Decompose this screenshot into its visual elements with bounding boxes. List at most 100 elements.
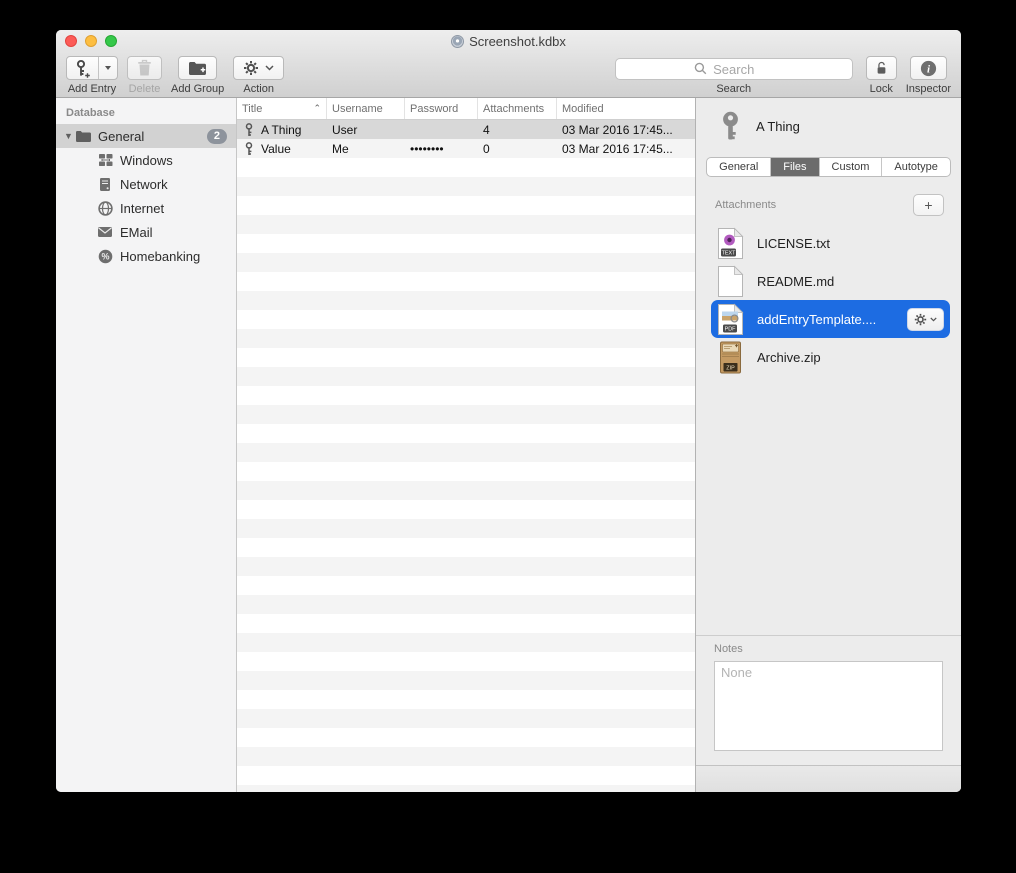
folder-plus-icon [188,60,207,76]
unlocked-padlock-icon [876,59,887,77]
percent-icon: % [96,249,114,264]
chevron-down-icon [930,317,937,322]
envelope-icon [96,226,114,238]
tab-autotype[interactable]: Autotype [882,158,949,176]
inspector-label: Inspector [906,83,951,95]
tab-general[interactable]: General [707,158,771,176]
text-file-icon: TEXT [717,227,744,260]
lock-group: Lock [866,56,897,95]
chevron-down-icon [265,65,274,71]
minimize-button[interactable] [85,35,97,47]
action-button[interactable] [233,56,284,80]
table-row[interactable]: A Thing User 4 03 Mar 2016 17:45... [237,120,695,139]
attachments-label: Attachments [715,199,776,211]
gear-icon [914,313,927,326]
add-group-group: Add Group [171,56,224,95]
document-file-icon [717,265,744,298]
titlebar[interactable]: Screenshot.kdbx [56,30,961,52]
app-window: Screenshot.kdbx Add Entry Delete [56,30,961,792]
search-label: Search [716,83,751,95]
pdf-file-icon: PDF [717,303,744,336]
notes-section: Notes [696,635,961,765]
add-entry-button[interactable] [66,56,118,80]
globe-icon [96,201,114,216]
search-group: Search [615,56,853,95]
zip-file-icon: ZIP [717,341,744,374]
delete-group: Delete [127,56,162,95]
gear-icon [243,60,259,76]
attachments-header: Attachments + [715,194,944,216]
list-item[interactable]: PDF addEntryTemplate.... [711,300,950,338]
delete-label: Delete [129,83,161,95]
list-item[interactable]: TEXT LICENSE.txt [711,224,950,262]
svg-text:PDF: PDF [725,326,736,332]
toolbar: Add Entry Delete Add Group Action [56,52,961,97]
add-entry-label: Add Entry [68,83,116,95]
window-title: Screenshot.kdbx [469,34,566,49]
add-attachment-button[interactable]: + [913,194,944,216]
info-icon: i [920,60,937,77]
sidebar-item-internet[interactable]: Internet [56,196,236,220]
inspector-spacer [696,376,961,635]
key-icon [244,123,254,137]
add-entry-dropdown[interactable] [98,57,117,79]
search-input[interactable] [615,58,853,80]
inspector-button[interactable]: i [910,56,947,80]
sidebar-item-network[interactable]: Network [56,172,236,196]
windows-network-icon [96,153,114,167]
window-title-group: Screenshot.kdbx [451,34,566,49]
add-group-label: Add Group [171,83,224,95]
svg-text:TEXT: TEXT [722,250,736,256]
server-icon [96,177,114,192]
search-field-wrap [615,58,853,80]
zoom-button[interactable] [105,35,117,47]
list-item[interactable]: ZIP Archive.zip [711,338,950,376]
inspector-tabs: General Files Custom Autotype [706,157,951,177]
sidebar-item-label: Windows [120,153,173,168]
table-header: Title ⌃ Username Password Attachments Mo… [237,98,695,120]
sidebar-header: Database [56,98,236,124]
column-header-attachments[interactable]: Attachments [478,98,557,119]
sidebar-item-label: Network [120,177,168,192]
column-header-username[interactable]: Username [327,98,405,119]
entry-header: A Thing [696,98,961,142]
sidebar: Database ▼ General 2 Windows Networ [56,98,237,792]
entry-table: Title ⌃ Username Password Attachments Mo… [237,98,695,792]
add-entry-group: Add Entry [66,56,118,95]
lock-button[interactable] [866,56,897,80]
table-row[interactable]: Value Me •••••••• 0 03 Mar 2016 17:45... [237,139,695,158]
sidebar-item-windows[interactable]: Windows [56,148,236,172]
notes-textarea[interactable] [714,661,943,751]
add-group-button[interactable] [178,56,217,80]
column-header-title[interactable]: Title ⌃ [237,98,327,119]
sidebar-item-general[interactable]: ▼ General 2 [56,124,236,148]
list-item[interactable]: README.md [711,262,950,300]
svg-text:%: % [101,251,109,261]
inspector-footer [696,765,961,792]
tab-custom[interactable]: Custom [820,158,883,176]
sidebar-item-email[interactable]: EMail [56,220,236,244]
sort-ascending-icon: ⌃ [313,103,321,114]
disclosure-triangle-icon[interactable]: ▼ [64,131,74,141]
sidebar-item-homebanking[interactable]: % Homebanking [56,244,236,268]
entry-title: A Thing [756,119,800,134]
notes-label: Notes [714,643,943,655]
column-header-modified[interactable]: Modified [557,98,695,119]
tab-files[interactable]: Files [771,158,819,176]
close-button[interactable] [65,35,77,47]
empty-rows-area [237,158,695,792]
folder-icon [74,130,92,143]
dropdown-caret-icon [105,66,111,70]
lock-label: Lock [870,83,893,95]
inspector-panel: A Thing General Files Custom Autotype At… [695,98,961,792]
svg-text:ZIP: ZIP [726,365,735,371]
count-badge: 2 [207,129,227,144]
key-icon [244,142,254,156]
attachment-list: TEXT LICENSE.txt README.md [696,224,961,376]
trash-icon [137,59,152,77]
delete-button[interactable] [127,56,162,80]
column-header-password[interactable]: Password [405,98,478,119]
attachment-action-button[interactable] [907,308,944,331]
sidebar-item-label: Homebanking [120,249,200,264]
key-plus-icon[interactable] [67,57,98,79]
